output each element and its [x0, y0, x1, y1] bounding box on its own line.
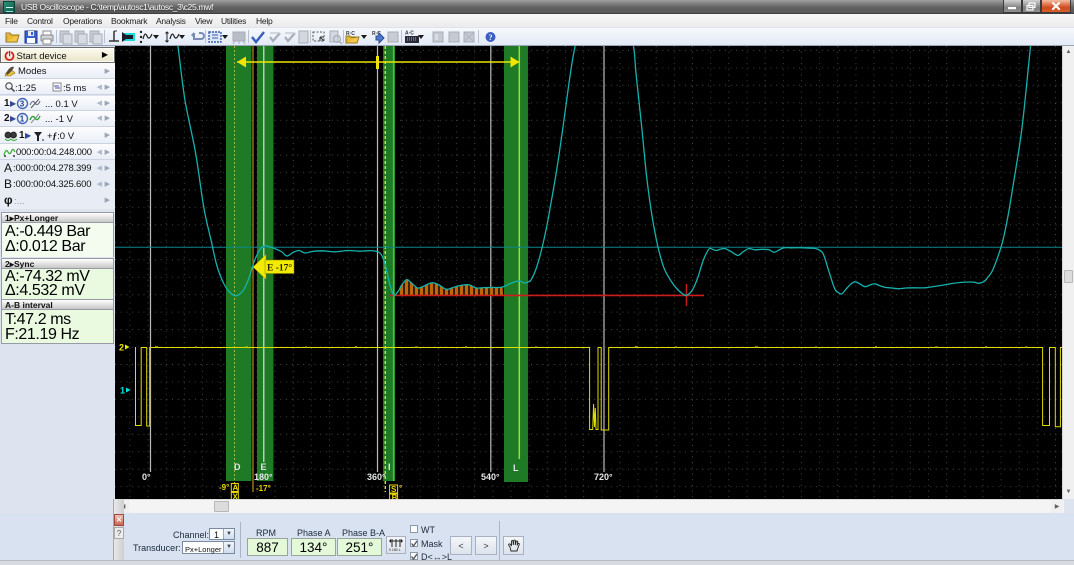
svg-text:180°: 180°	[254, 472, 273, 482]
svg-text:360°: 360°	[367, 472, 386, 482]
svg-text:-17°: -17°	[256, 484, 271, 493]
svg-text:720°: 720°	[594, 472, 613, 482]
svg-text:540°: 540°	[481, 472, 500, 482]
svg-text:E -17°: E -17°	[267, 262, 292, 273]
svg-text:I: I	[388, 462, 391, 472]
svg-text:-9°: -9°	[219, 483, 229, 492]
svg-text:0 180 L: 0 180 L	[389, 548, 401, 552]
svg-text:E: E	[261, 462, 267, 472]
svg-text:1: 1	[120, 386, 125, 396]
svg-text:2: 2	[119, 343, 124, 353]
svg-text:°: °	[399, 484, 402, 493]
svg-text:A: A	[233, 484, 239, 493]
svg-text:D: D	[234, 462, 241, 472]
svg-text:A·C: A·C	[405, 31, 414, 37]
svg-text:?: ?	[489, 33, 493, 42]
svg-text:3: 3	[20, 100, 25, 109]
svg-text:L: L	[513, 463, 519, 473]
svg-text:0°: 0°	[142, 472, 151, 482]
svg-text:1: 1	[20, 115, 25, 124]
